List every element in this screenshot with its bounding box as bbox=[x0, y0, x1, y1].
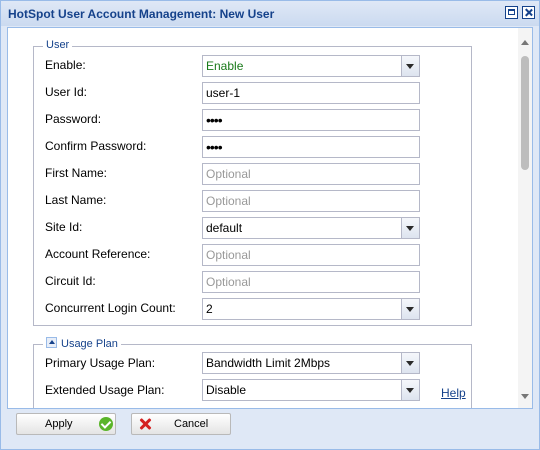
confirm-password-field[interactable]: •••• bbox=[202, 136, 420, 158]
scrollbar-thumb[interactable] bbox=[521, 56, 529, 170]
primary-usage-plan-label: Primary Usage Plan: bbox=[45, 356, 156, 370]
chevron-down-icon[interactable] bbox=[401, 353, 419, 373]
red-x-icon bbox=[138, 417, 152, 431]
close-icon[interactable] bbox=[522, 6, 535, 19]
extended-usage-plan-select[interactable]: Disable bbox=[202, 379, 420, 401]
password-field[interactable]: •••• bbox=[202, 109, 420, 131]
circuit-id-label: Circuit Id: bbox=[45, 274, 96, 288]
chevron-down-icon[interactable] bbox=[401, 218, 419, 238]
check-circle-icon bbox=[99, 417, 113, 431]
primary-usage-plan-select[interactable]: Bandwidth Limit 2Mbps bbox=[202, 352, 420, 374]
last-name-label: Last Name: bbox=[45, 193, 107, 207]
password-value: •••• bbox=[206, 112, 223, 128]
scroll-up-arrow-icon[interactable] bbox=[521, 40, 529, 45]
dialog-footer: Apply Cancel bbox=[1, 409, 539, 449]
user-id-field[interactable]: user-1 bbox=[202, 82, 420, 104]
account-reference-placeholder: Optional bbox=[206, 248, 251, 262]
confirm-password-label: Confirm Password: bbox=[45, 139, 147, 153]
password-label: Password: bbox=[45, 112, 102, 126]
last-name-field[interactable]: Optional bbox=[202, 190, 420, 212]
primary-usage-plan-value: Bandwidth Limit 2Mbps bbox=[206, 356, 331, 370]
cancel-button[interactable]: Cancel bbox=[131, 413, 231, 435]
extended-usage-plan-label: Extended Usage Plan: bbox=[45, 383, 165, 397]
dialog-window: HotSpot User Account Management: New Use… bbox=[0, 0, 540, 450]
concurrent-login-count-value: 2 bbox=[206, 302, 213, 316]
usage-plan-legend: Usage Plan bbox=[43, 337, 121, 350]
first-name-field[interactable]: Optional bbox=[202, 163, 420, 185]
enable-select[interactable]: Enable bbox=[202, 55, 420, 77]
chevron-down-icon[interactable] bbox=[401, 56, 419, 76]
first-name-placeholder: Optional bbox=[206, 167, 251, 181]
title-bar[interactable]: HotSpot User Account Management: New Use… bbox=[1, 1, 539, 26]
account-reference-label: Account Reference: bbox=[45, 247, 151, 261]
site-id-select[interactable]: default bbox=[202, 217, 420, 239]
enable-value: Enable bbox=[206, 59, 244, 73]
help-link[interactable]: Help bbox=[441, 386, 466, 400]
cancel-button-label: Cancel bbox=[174, 418, 209, 430]
window-title: HotSpot User Account Management: New Use… bbox=[8, 7, 275, 21]
chevron-down-icon[interactable] bbox=[401, 380, 419, 400]
concurrent-login-count-select[interactable]: 2 bbox=[202, 298, 420, 320]
user-id-value: user-1 bbox=[206, 86, 241, 100]
maximize-icon[interactable] bbox=[505, 6, 518, 19]
apply-button[interactable]: Apply bbox=[16, 413, 116, 435]
site-id-value: default bbox=[206, 221, 243, 235]
apply-button-label: Apply bbox=[45, 418, 73, 430]
vertical-scrollbar[interactable] bbox=[518, 28, 532, 408]
form-body: User Enable: Enable User Id: user-1 Pass… bbox=[7, 27, 533, 409]
user-legend: User bbox=[43, 39, 73, 51]
user-id-label: User Id: bbox=[45, 85, 88, 99]
chevron-down-icon[interactable] bbox=[401, 299, 419, 319]
enable-label: Enable: bbox=[45, 58, 86, 72]
circuit-id-placeholder: Optional bbox=[206, 275, 251, 289]
extended-usage-plan-value: Disable bbox=[206, 383, 247, 397]
collapse-toggle-icon[interactable] bbox=[46, 337, 57, 348]
concurrent-login-count-label: Concurrent Login Count: bbox=[45, 301, 176, 315]
circuit-id-field[interactable]: Optional bbox=[202, 271, 420, 293]
scroll-down-arrow-icon[interactable] bbox=[521, 394, 529, 399]
last-name-placeholder: Optional bbox=[206, 194, 251, 208]
usage-plan-legend-label: Usage Plan bbox=[61, 338, 118, 350]
site-id-label: Site Id: bbox=[45, 220, 83, 234]
confirm-password-value: •••• bbox=[206, 139, 223, 155]
first-name-label: First Name: bbox=[45, 166, 108, 180]
account-reference-field[interactable]: Optional bbox=[202, 244, 420, 266]
